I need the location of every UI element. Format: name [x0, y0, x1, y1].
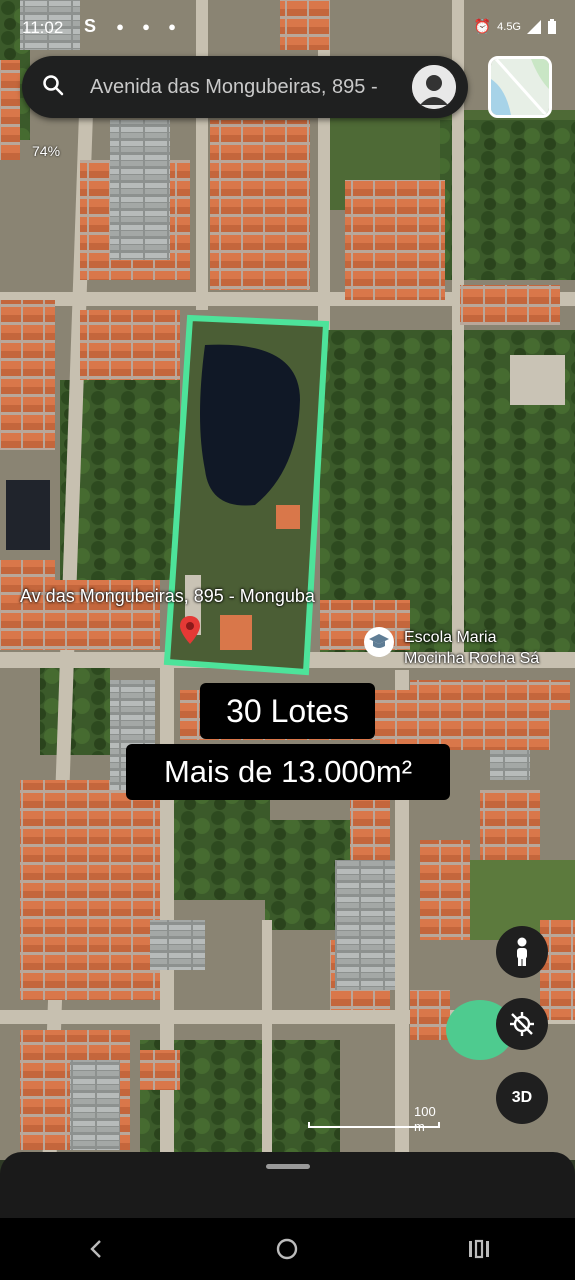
- back-icon: [90, 1240, 101, 1258]
- poi-label-line1: Escola Maria: [404, 629, 497, 646]
- drag-handle[interactable]: [266, 1164, 310, 1169]
- lots-count-label: 30 Lotes: [200, 683, 375, 739]
- location-off-icon: [510, 1012, 534, 1036]
- system-nav-bar: [0, 1218, 575, 1280]
- area-label: Mais de 13.000m²: [126, 744, 450, 800]
- map-layers-button[interactable]: [488, 56, 552, 118]
- bottom-sheet[interactable]: [0, 1152, 575, 1218]
- search-icon[interactable]: [42, 74, 70, 101]
- scale-bar: [308, 1122, 440, 1128]
- status-time: 11:02: [22, 18, 64, 37]
- map-thumbnail-icon: [491, 59, 549, 115]
- notification-icon: ●: [142, 19, 150, 34]
- status-bar: 11:02 S ● ● ● ⏰ 4.5G: [0, 0, 575, 58]
- search-input[interactable]: Avenida das Mongubeiras, 895 -: [90, 76, 410, 99]
- pegman-icon: [517, 937, 527, 966]
- recents-icon: [469, 1239, 490, 1259]
- view-3d-button[interactable]: 3D: [496, 1072, 548, 1124]
- recents-button[interactable]: [449, 1225, 509, 1273]
- map-imagery: [0, 0, 575, 1160]
- carrier-icon: S: [84, 16, 97, 36]
- poi-label[interactable]: Escola Maria Mocinha Rocha Sá: [404, 627, 539, 669]
- status-right: ⏰ 4.5G: [474, 18, 557, 35]
- home-button[interactable]: [257, 1225, 317, 1273]
- network-type: 4.5G: [497, 20, 521, 33]
- alarm-icon: ⏰: [473, 18, 492, 34]
- notification-icon: ●: [116, 19, 124, 34]
- search-bar[interactable]: Avenida das Mongubeiras, 895 -: [22, 56, 468, 118]
- school-icon[interactable]: [364, 627, 394, 657]
- back-button[interactable]: [66, 1225, 126, 1273]
- satellite-map[interactable]: [0, 0, 575, 1160]
- battery-icon: [548, 18, 556, 34]
- avatar[interactable]: [410, 63, 458, 111]
- place-label[interactable]: Av das Mongubeiras, 895 - Monguba: [20, 586, 315, 607]
- compass-button[interactable]: [496, 998, 548, 1050]
- map-scale: 100 m: [308, 1104, 440, 1134]
- poi-label-line2: Mocinha Rocha Sá: [404, 650, 540, 667]
- signal-icon: [527, 19, 541, 34]
- street-view-button[interactable]: [496, 926, 548, 978]
- home-icon: [277, 1238, 298, 1260]
- scale-text: 100 m: [414, 1104, 436, 1134]
- zoom-indicator: 74%: [32, 143, 61, 159]
- notification-icon: ●: [168, 19, 176, 34]
